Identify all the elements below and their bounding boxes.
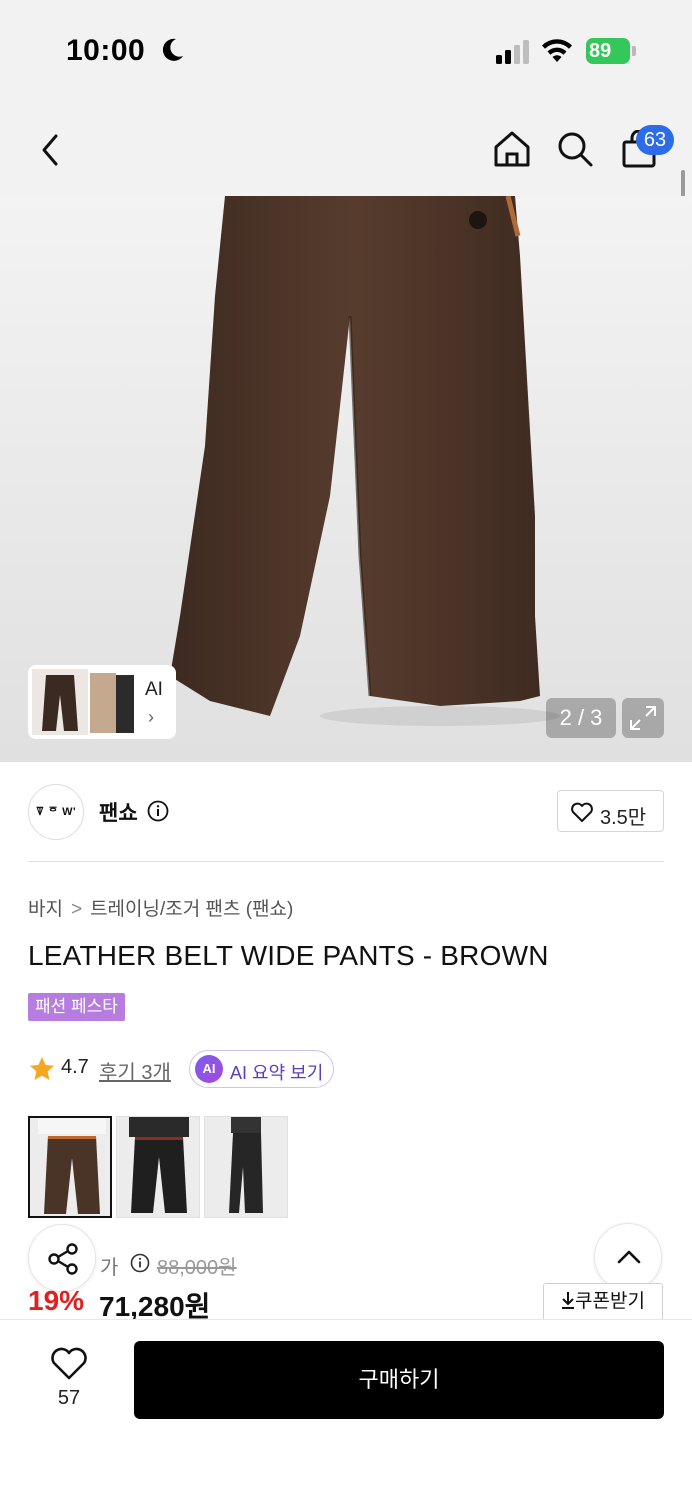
buy-button[interactable]: 구매하기 — [134, 1341, 664, 1419]
wifi-icon — [542, 39, 572, 62]
discount-rate: 19% — [28, 1285, 85, 1316]
battery-level: 89 — [586, 38, 630, 64]
brand-name[interactable]: 팬쇼 — [99, 797, 138, 827]
breadcrumb: 바지 > 트레이닝/조거 팬츠 (팬쇼) — [28, 894, 293, 921]
color-option-brown[interactable] — [28, 1116, 112, 1218]
promo-tag: 패션 페스타 — [28, 993, 125, 1021]
moon-icon — [162, 38, 183, 61]
home-icon[interactable] — [493, 130, 531, 168]
image-counter: 2 / 3 — [546, 698, 616, 738]
original-price-label: 가 — [100, 1257, 119, 1279]
breadcrumb-category[interactable]: 바지 — [28, 899, 63, 920]
brand-like-button[interactable]: 3.5만 — [557, 790, 664, 832]
breadcrumb-subcategory[interactable]: 트레이닝/조거 팬츠 (팬쇼) — [90, 899, 293, 920]
color-option-black-image — [117, 1117, 199, 1217]
ai-similar-items-preview[interactable]: AI › — [28, 665, 176, 739]
status-bar: 10:00 89 — [0, 0, 692, 100]
status-time: 10:00 — [66, 34, 146, 67]
cart-count-badge: 63 — [636, 125, 674, 155]
color-option-black[interactable] — [116, 1116, 200, 1218]
battery-indicator: 89 — [586, 38, 636, 64]
heart-icon — [571, 802, 593, 822]
color-option-charcoal[interactable] — [204, 1116, 288, 1218]
star-icon — [30, 1057, 54, 1080]
ai-summary-button[interactable]: AI AI 요약 보기 — [189, 1050, 334, 1088]
color-option-brown-image — [30, 1118, 110, 1216]
info-icon[interactable] — [130, 1253, 150, 1273]
coupon-label: 쿠폰받기 — [575, 1291, 645, 1312]
brand-logo[interactable]: ꘜ ᅙ W' — [28, 784, 84, 840]
section-divider — [28, 861, 664, 862]
chevron-right-icon: > — [70, 899, 83, 920]
brand-like-count: 3.5만 — [600, 807, 647, 829]
expand-icon — [630, 706, 656, 730]
expand-image-button[interactable] — [622, 698, 664, 738]
product-title: LEATHER BELT WIDE PANTS - BROWN — [28, 940, 549, 971]
original-price: 88,000원 — [157, 1257, 237, 1279]
battery-tip — [632, 46, 636, 56]
scroll-to-top-button[interactable] — [594, 1223, 662, 1291]
download-icon — [562, 1292, 575, 1309]
info-icon[interactable] — [147, 800, 169, 822]
share-icon — [48, 1243, 78, 1275]
search-icon[interactable] — [556, 130, 594, 168]
ai-icon: AI — [195, 1055, 223, 1083]
cellular-signal-icon — [496, 40, 529, 64]
ai-summary-label: AI 요약 보기 — [230, 1063, 324, 1083]
product-like-count: 57 — [57, 1387, 81, 1409]
heart-icon[interactable] — [50, 1345, 88, 1381]
back-icon[interactable] — [36, 132, 64, 168]
share-button[interactable] — [28, 1224, 96, 1292]
chevron-right-icon: › — [148, 707, 154, 727]
rating-value: 4.7 — [61, 1056, 89, 1078]
coupon-download-button[interactable]: 쿠폰받기 — [543, 1283, 663, 1321]
color-option-charcoal-image — [205, 1117, 287, 1217]
chevron-up-icon — [617, 1250, 641, 1264]
similar-items-thumbnail — [32, 669, 134, 735]
review-count-link[interactable]: 후기 3개 — [99, 1056, 171, 1085]
ai-label: AI — [145, 679, 163, 700]
